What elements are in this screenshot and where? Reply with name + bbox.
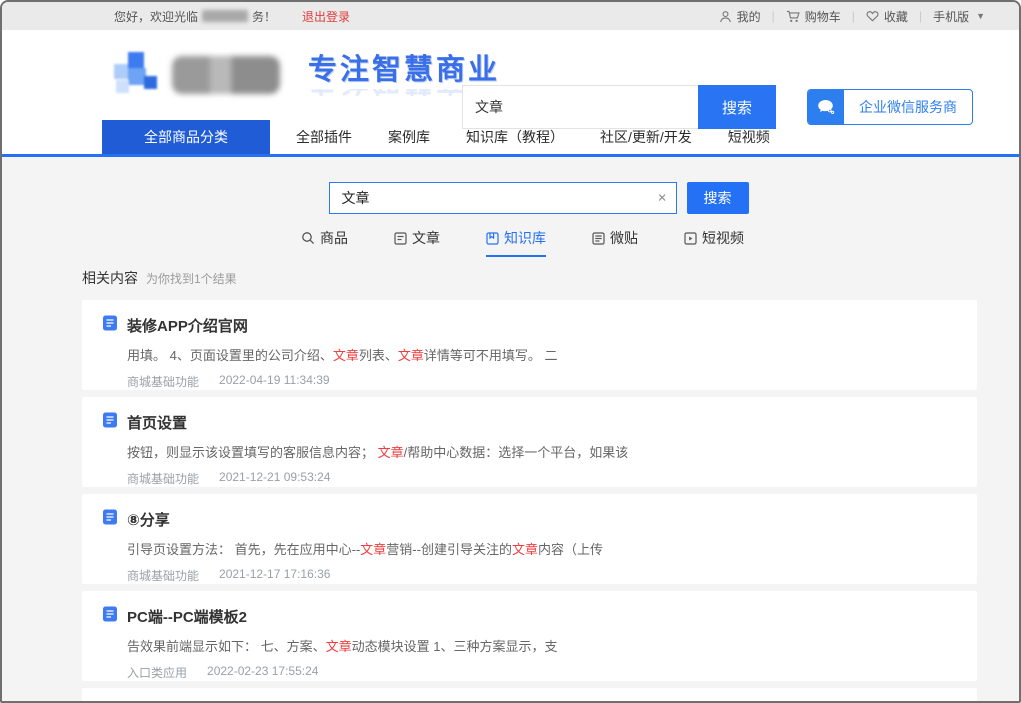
censored-shop-name [202, 10, 248, 22]
knowledge-icon [486, 232, 499, 245]
results-count: 为你找到1个结果 [146, 270, 237, 287]
heart-icon [866, 10, 879, 22]
tab-short-video[interactable]: 短视频 [684, 228, 744, 257]
mobile-version-label: 手机版 [933, 8, 969, 25]
separator: | [772, 9, 775, 23]
result-meta: 商城基础功能 2022-04-19 11:34:39 [127, 373, 957, 390]
cart-icon [786, 10, 800, 23]
nav-item-short-video[interactable]: 短视频 [728, 127, 770, 147]
result-timestamp: 2021-12-17 17:16:36 [219, 567, 330, 584]
wecom-service-label: 企业微信服务商 [844, 90, 972, 124]
document-icon [102, 315, 118, 336]
browser-window: 您好，欢迎光临 务！ 退出登录 我的 | 购物车 | [0, 0, 1021, 703]
post-icon [592, 232, 605, 245]
tab-articles-label: 文章 [412, 228, 440, 248]
logo-slogan: 专注智慧商业 [308, 46, 500, 88]
tab-posts-label: 微贴 [610, 228, 638, 248]
clear-icon[interactable]: × [658, 191, 667, 206]
result-meta: 商城基础功能 2021-12-17 17:16:36 [127, 567, 957, 584]
result-title[interactable]: 首页设置 [127, 412, 187, 433]
site-header: 专注智慧商业 专注智慧商业 搜索 企业微信服务商 [2, 30, 1019, 120]
topbar: 您好，欢迎光临 务！ 退出登录 我的 | 购物车 | [2, 2, 1019, 30]
result-snippet: 告效果前端显示如下： 七、方案、文章动态模块设置 1、三种方案显示，支 [127, 636, 957, 655]
result-meta: 入口类应用 2022-02-23 17:55:24 [127, 664, 957, 681]
result-card[interactable]: 首页设置 按钮，则显示该设置填写的客服信息内容； 文章/帮助中心数据：选择一个平… [82, 397, 977, 487]
tab-goods[interactable]: 商品 [301, 228, 348, 257]
wecom-chat-icon [808, 90, 844, 124]
document-icon [102, 412, 118, 433]
tab-short-video-label: 短视频 [702, 228, 744, 248]
tab-knowledge-label: 知识库 [504, 228, 546, 248]
my-account-label: 我的 [737, 8, 761, 25]
separator: | [919, 9, 922, 23]
tab-goods-label: 商品 [320, 228, 348, 248]
result-meta: 商城基础功能 2021-12-21 09:53:24 [127, 470, 957, 487]
nav-item-plugins[interactable]: 全部插件 [296, 127, 352, 147]
search-button[interactable]: 搜索 [687, 182, 749, 214]
nav-all-categories[interactable]: 全部商品分类 [102, 120, 270, 154]
header-search: 搜索 [462, 85, 776, 129]
search-input[interactable] [330, 183, 676, 213]
greeting-prefix: 您好，欢迎光临 [114, 8, 198, 25]
nav-item-cases[interactable]: 案例库 [388, 127, 430, 147]
document-icon [102, 509, 118, 530]
my-account-link[interactable]: 我的 [719, 8, 761, 25]
censored-logo-text [172, 56, 280, 94]
result-timestamp: 2022-04-19 11:34:39 [219, 373, 330, 390]
header-search-button[interactable]: 搜索 [698, 85, 776, 129]
result-category: 商城基础功能 [127, 567, 199, 584]
nav-item-community[interactable]: 社区/更新/开发 [600, 127, 692, 147]
results-header: 相关内容 为你找到1个结果 [82, 268, 1019, 288]
result-card[interactable]: PC端--前端页面 [82, 688, 977, 701]
logo-pixel-icon [114, 52, 160, 98]
tab-posts[interactable]: 微贴 [592, 228, 638, 257]
article-icon [394, 232, 407, 245]
results-title: 相关内容 [82, 268, 138, 288]
result-snippet: 按钮，则显示该设置填写的客服信息内容； 文章/帮助中心数据：选择一个平台，如果该 [127, 442, 957, 461]
nav-item-knowledge[interactable]: 知识库（教程） [466, 127, 564, 147]
result-timestamp: 2022-02-23 17:55:24 [207, 664, 318, 681]
result-card[interactable]: ⑧分享 引导页设置方法： 首先，先在应用中心--文章营销--创建引导关注的文章内… [82, 494, 977, 584]
result-category: 商城基础功能 [127, 470, 199, 487]
favorites-label: 收藏 [884, 8, 908, 25]
user-icon [719, 10, 732, 23]
separator: | [852, 9, 855, 23]
result-category: 商城基础功能 [127, 373, 199, 390]
chevron-down-icon: ▼ [976, 11, 985, 21]
result-category: 入口类应用 [127, 664, 187, 681]
result-title[interactable]: ⑧分享 [127, 509, 170, 530]
results-list: 装修APP介绍官网 用填。 4、页面设置里的公司介绍、文章列表、文章详情等可不用… [82, 300, 977, 701]
result-snippet: 用填。 4、页面设置里的公司介绍、文章列表、文章详情等可不用填写。 二 [127, 345, 957, 364]
result-type-tabs: 商品 文章 知识库 微贴 [14, 228, 1019, 257]
header-search-input[interactable] [462, 85, 698, 129]
logout-link[interactable]: 退出登录 [302, 8, 350, 25]
favorites-link[interactable]: 收藏 [866, 8, 908, 25]
tab-articles[interactable]: 文章 [394, 228, 440, 257]
result-card[interactable]: PC端--PC端模板2 告效果前端显示如下： 七、方案、文章动态模块设置 1、三… [82, 591, 977, 681]
mobile-version-dropdown[interactable]: 手机版 ▼ [933, 8, 985, 25]
result-timestamp: 2021-12-21 09:53:24 [219, 470, 330, 487]
document-icon [102, 606, 118, 627]
tab-knowledge[interactable]: 知识库 [486, 228, 546, 257]
cart-label: 购物车 [805, 8, 841, 25]
search-section: × 搜索 [30, 157, 1019, 214]
search-icon [301, 231, 315, 245]
wecom-service-button[interactable]: 企业微信服务商 [807, 89, 973, 125]
content-area: × 搜索 商品 文章 知识库 [2, 157, 1019, 701]
greeting-suffix: 务！ [252, 8, 276, 25]
cart-link[interactable]: 购物车 [786, 8, 841, 25]
greeting: 您好，欢迎光临 务！ [114, 8, 276, 25]
topbar-links: 我的 | 购物车 | 收藏 | 手机版 ▼ [719, 8, 985, 25]
result-snippet: 引导页设置方法： 首先，先在应用中心--文章营销--创建引导关注的文章内容（上传 [127, 539, 957, 558]
search-input-wrap: × [329, 182, 677, 214]
result-title[interactable]: PC端--PC端模板2 [127, 606, 247, 627]
video-icon [684, 232, 697, 245]
site-logo[interactable]: 专注智慧商业 专注智慧商业 [114, 46, 500, 104]
result-title[interactable]: 装修APP介绍官网 [127, 315, 248, 336]
result-card[interactable]: 装修APP介绍官网 用填。 4、页面设置里的公司介绍、文章列表、文章详情等可不用… [82, 300, 977, 390]
